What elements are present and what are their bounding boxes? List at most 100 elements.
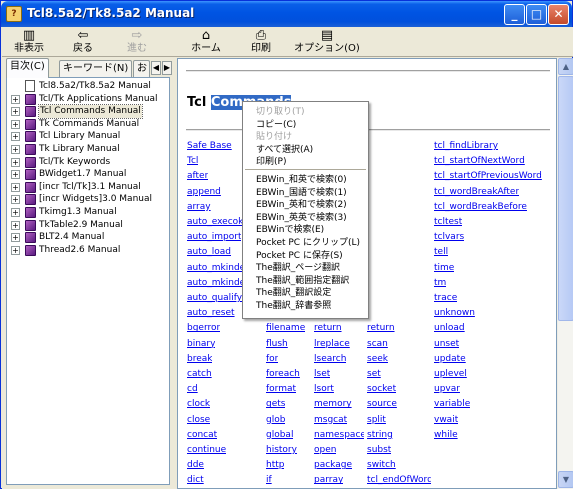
toolbar-button-5[interactable]: ▤ オプション(O) [292,29,362,56]
command-link[interactable]: subst [367,444,391,456]
command-link[interactable]: seek [367,353,388,365]
command-link[interactable]: auto_qualify [187,292,242,304]
command-link[interactable]: open [314,444,336,456]
tab-keyword[interactable]: キーワード(N) [59,60,133,77]
vertical-scrollbar[interactable]: ▲ ▼ [557,58,573,489]
title-bar[interactable]: ? Tcl8.5a2/Tk8.5a2 Manual _ □ ✕ [1,1,572,27]
context-menu-item[interactable]: コピー(C) [243,117,368,130]
command-link[interactable]: tcl_wordBreakAfter [434,186,519,198]
expand-icon[interactable]: + [11,220,20,230]
expand-icon[interactable]: + [11,182,20,192]
tab-favorites[interactable]: お [133,60,150,77]
command-link[interactable]: http [266,459,284,471]
expand-icon[interactable]: + [11,107,20,117]
expand-icon[interactable]: + [11,94,20,104]
command-link[interactable]: break [187,353,212,365]
scroll-down-icon[interactable]: ▼ [558,471,573,488]
command-link[interactable]: time [434,262,454,274]
command-link[interactable]: variable [434,398,470,410]
command-link[interactable]: scan [367,338,388,350]
toolbar-button-4[interactable]: ⎙ 印刷 [238,29,284,56]
command-link[interactable]: catch [187,368,212,380]
expand-icon[interactable]: + [11,233,20,243]
expand-icon[interactable]: + [11,170,20,180]
expand-icon[interactable]: + [11,208,20,217]
minimize-button[interactable]: _ [504,4,525,25]
context-menu-item[interactable]: The翻訳_ページ翻訳 [243,260,368,273]
command-link[interactable]: tcltest [434,216,462,228]
command-link[interactable]: foreach [266,368,300,380]
command-link[interactable]: lset [314,368,330,380]
toolbar-button-2[interactable]: ⇨ 進む [114,29,160,56]
command-link[interactable]: switch [367,459,396,471]
context-menu-item[interactable]: The翻訳_辞書参照 [243,298,368,311]
command-link[interactable]: auto_import [187,231,241,243]
command-link[interactable]: tell [434,246,448,258]
command-link[interactable]: if [266,474,272,486]
command-link[interactable]: unknown [434,307,475,319]
command-link[interactable]: source [367,398,397,410]
command-link[interactable]: trace [434,292,457,304]
command-link[interactable]: for [266,353,278,365]
context-menu-item[interactable]: 印刷(P) [243,154,368,167]
context-menu-item[interactable]: EBWin_英和で検索(2) [243,197,368,210]
toolbar-button-1[interactable]: ⇦ 戻る [60,29,106,56]
expand-icon[interactable]: + [11,119,20,129]
command-link[interactable]: update [434,353,466,365]
command-link[interactable]: continue [187,444,226,456]
context-menu-item[interactable]: Pocket PC にクリップ(L) [243,235,368,248]
command-link[interactable]: lreplace [314,338,350,350]
context-menu-item[interactable]: すべて選択(A) [243,142,368,155]
command-link[interactable]: memory [314,398,352,410]
command-link[interactable]: Tcl [187,155,198,167]
command-link[interactable]: vwait [434,414,458,426]
command-link[interactable]: dde [187,459,204,471]
command-link[interactable]: msgcat [314,414,347,426]
command-link[interactable]: after [187,170,208,182]
expand-icon[interactable]: + [11,245,20,255]
command-link[interactable]: set [367,368,381,380]
command-link[interactable]: tclvars [434,231,464,243]
context-menu-item[interactable]: Pocket PC に保存(S) [243,248,368,261]
command-link[interactable]: Safe Base [187,140,232,152]
command-link[interactable]: history [266,444,297,456]
command-link[interactable]: package [314,459,352,471]
command-link[interactable]: tm [434,277,446,289]
command-link[interactable]: auto_execok [187,216,243,228]
tab-contents[interactable]: 目次(C) [6,58,49,78]
command-link[interactable]: bgerror [187,322,220,334]
command-link[interactable]: concat [187,429,217,441]
maximize-button[interactable]: □ [526,4,547,25]
scroll-thumb[interactable] [558,76,573,321]
command-link[interactable]: tcl_findLibrary [434,140,498,152]
command-link[interactable]: format [266,383,296,395]
command-link[interactable]: cd [187,383,198,395]
command-link[interactable]: tcl_endOfWord [367,474,431,486]
expand-icon[interactable]: + [11,195,20,205]
command-link[interactable]: tcl_wordBreakBefore [434,201,527,213]
command-link[interactable]: string [367,429,393,441]
command-link[interactable]: lsort [314,383,334,395]
command-link[interactable]: gets [266,398,285,410]
command-link[interactable]: return [314,322,342,334]
command-link[interactable]: while [434,429,458,441]
command-link[interactable]: array [187,201,211,213]
expand-icon[interactable]: + [11,145,20,154]
command-link[interactable]: parray [314,474,343,486]
context-menu-item[interactable]: EBWin_和英で検索(0) [243,172,368,185]
command-link[interactable]: namespace [314,429,364,441]
context-menu-item[interactable]: The翻訳_翻訳設定 [243,285,368,298]
toolbar-button-0[interactable]: ▥ 非表示 [6,29,52,56]
close-button[interactable]: ✕ [548,4,569,25]
command-link[interactable]: filename [266,322,305,334]
command-link[interactable]: split [367,414,386,426]
command-link[interactable]: close [187,414,210,426]
command-link[interactable]: clock [187,398,210,410]
context-menu-item[interactable]: EBWin_国語で検索(1) [243,185,368,198]
command-link[interactable]: binary [187,338,215,350]
command-link[interactable]: socket [367,383,396,395]
command-link[interactable]: auto_mkindex [187,277,250,289]
toolbar-button-3[interactable]: ⌂ ホーム [180,29,232,56]
command-link[interactable]: dict [187,474,204,486]
command-link[interactable]: auto_mkindex [187,262,250,274]
